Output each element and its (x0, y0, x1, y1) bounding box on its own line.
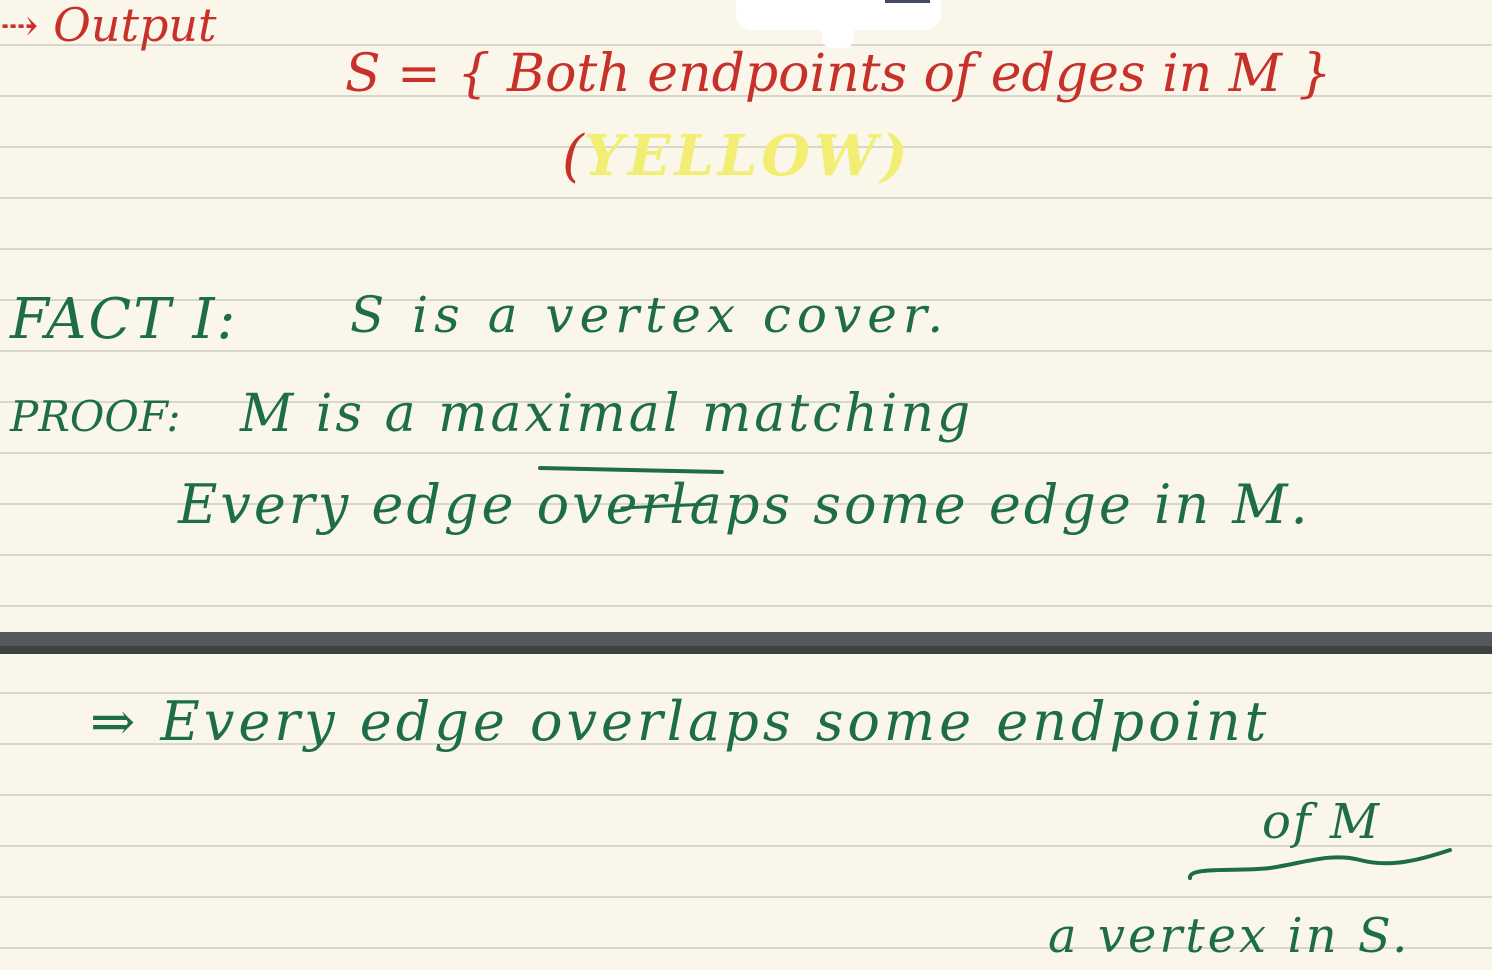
yellow-open-paren: ( (562, 124, 584, 189)
page-divider (0, 632, 1492, 654)
fact-label: FACT I: (10, 287, 238, 352)
proof-line-1: M is a maximal matching (240, 384, 974, 444)
white-correction-blot (736, 0, 941, 30)
set-definition: S = { Both endpoints of edges in M } (345, 44, 1332, 104)
fact-statement: S is a vertex cover. (350, 264, 949, 346)
proof-label: PROOF: (10, 392, 181, 441)
output-heading: ⇢ Output (0, 0, 217, 52)
yellow-label: YELLOW (583, 123, 881, 189)
yellow-annotation: (YELLOW) (562, 128, 911, 185)
vertex-in-s-label: a vertex in S. (1048, 908, 1411, 964)
implies-line: ⇒ Every edge overlaps some endpoint (90, 690, 1271, 753)
notes-page: ⇢ Output S = { Both endpoints of edges i… (0, 0, 1492, 970)
page-divider-shadow (0, 646, 1492, 654)
yellow-close-paren: ) (880, 123, 912, 189)
fact-text: S is a vertex cover. (350, 286, 950, 344)
proof-line-2: Every edge overlaps some edge in M. (178, 473, 1311, 536)
of-m-label: of M (1262, 794, 1382, 850)
dark-edge-mark (885, 0, 930, 3)
